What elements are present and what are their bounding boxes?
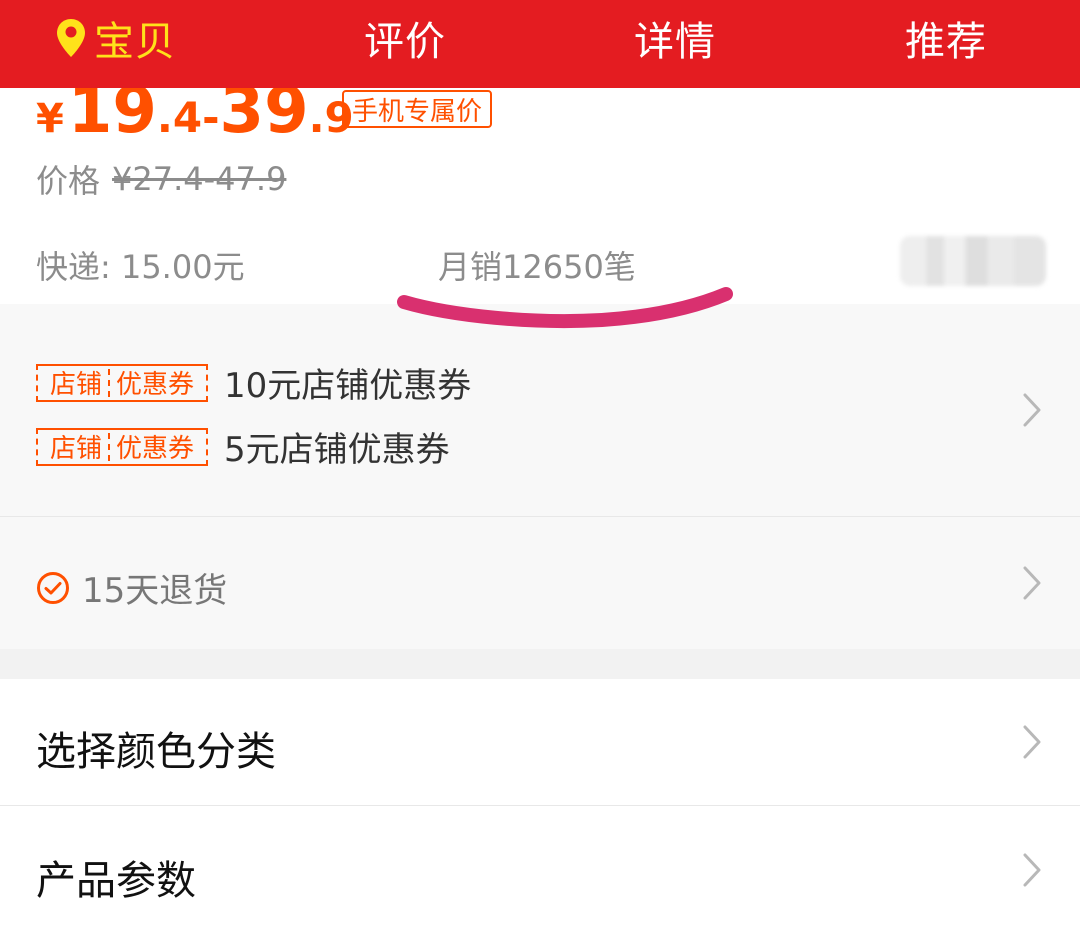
check-circle-icon: [37, 571, 69, 604]
tab-reviews[interactable]: 评价: [364, 0, 446, 76]
tab-details[interactable]: 详情: [634, 0, 716, 76]
meta-row: 快递: 15.00元 月销12650笔: [36, 236, 1046, 286]
product-params-row[interactable]: 产品参数: [0, 806, 1080, 933]
tab-label: 评价: [364, 19, 446, 65]
coupon-tag: 店铺 优惠券: [36, 363, 209, 402]
price-section: ¥ 19 .4 - 39 .9 手机专属价 价格 ¥27.4-47.9 快递: …: [0, 88, 1080, 304]
return-policy[interactable]: 15天退货: [36, 563, 227, 612]
coupon-tag-shop: 店铺: [50, 370, 103, 400]
select-color-label: 选择颜色分类: [36, 729, 276, 775]
product-params-label: 产品参数: [36, 858, 196, 904]
coupon-item[interactable]: 店铺 优惠券 10元店铺优惠券: [36, 358, 471, 407]
coupon-tag-shop: 店铺: [50, 434, 103, 464]
coupon-tag-voucher: 优惠券: [116, 370, 195, 400]
coupon-panel[interactable]: 店铺 优惠券 10元店铺优惠券 店铺 优惠券 5元店铺优惠券: [0, 304, 1080, 516]
tab-label: 推荐: [905, 19, 987, 65]
coupon-item[interactable]: 店铺 优惠券 5元店铺优惠券: [36, 422, 450, 471]
price-low-integer: 19: [67, 88, 157, 148]
coupon-text: 10元店铺优惠券: [224, 366, 472, 406]
top-nav: 宝贝 评价 详情 推荐: [0, 0, 1080, 88]
price-high-integer: 39: [219, 88, 309, 148]
blurred-location: [900, 236, 1046, 286]
coupon-tag-voucher: 优惠券: [116, 434, 195, 464]
coupon-tag: 店铺 优惠券: [36, 427, 209, 466]
original-price-label: 价格: [36, 162, 101, 200]
price-range: ¥ 19 .4 - 39 .9: [36, 88, 354, 148]
tab-baobei[interactable]: 宝贝: [56, 0, 176, 76]
chevron-right-icon: [1023, 566, 1041, 600]
location-pin-icon: [57, 19, 85, 57]
coupon-text: 5元店铺优惠券: [224, 430, 450, 470]
original-price: 价格 ¥27.4-47.9: [36, 156, 286, 202]
price-low-decimal: .4: [156, 93, 203, 142]
shipping-fee: 快递: 15.00元: [36, 248, 245, 286]
chevron-right-icon: [1023, 393, 1041, 427]
tab-label: 详情: [634, 19, 716, 65]
tab-label: 宝贝: [94, 19, 176, 65]
tab-recommend[interactable]: 推荐: [905, 0, 987, 76]
chevron-right-icon: [1023, 725, 1041, 759]
price-currency: ¥: [36, 96, 64, 142]
original-price-value: ¥27.4-47.9: [112, 160, 287, 198]
select-color-row[interactable]: 选择颜色分类: [0, 679, 1080, 805]
mobile-exclusive-badge: 手机专属价: [342, 90, 493, 128]
price-dash: -: [202, 93, 220, 142]
return-policy-text: 15天退货: [82, 571, 228, 611]
service-panel[interactable]: 15天退货: [0, 517, 1080, 649]
monthly-sales: 月销12650笔: [438, 248, 636, 286]
chevron-right-icon: [1023, 853, 1041, 887]
section-spacer: [0, 649, 1080, 679]
